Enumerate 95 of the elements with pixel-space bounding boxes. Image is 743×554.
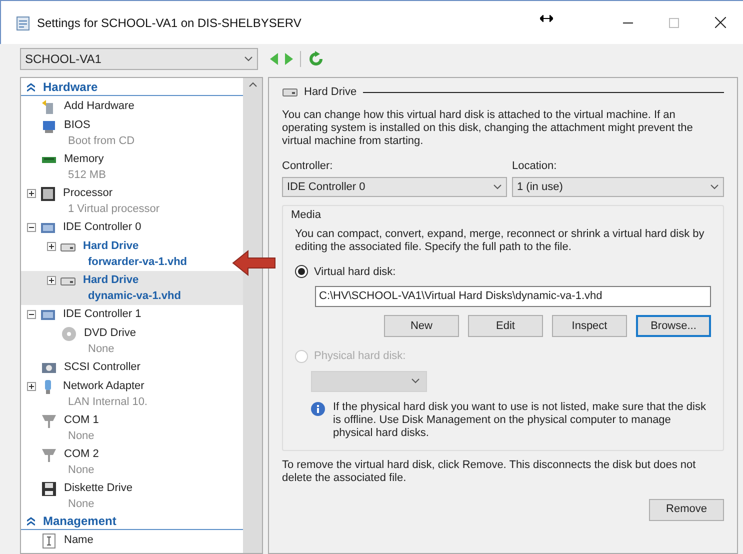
item-detail: 512 MB: [68, 168, 106, 184]
item-label: Hard Drive: [83, 239, 139, 254]
tree-item[interactable]: COM 1 None: [21, 411, 243, 445]
item-detail: None: [88, 342, 114, 358]
minus-icon: [29, 225, 34, 230]
collapse-chevrons-icon: [27, 82, 35, 92]
plus-icon: [29, 384, 34, 389]
action-button[interactable]: Edit: [468, 315, 543, 337]
path-field[interactable]: C:\HV\SCHOOL-VA1\Virtual Hard Disks\dynamic-va-1.vhd: [315, 286, 711, 307]
section-header[interactable]: Management: [21, 513, 243, 530]
tree-item[interactable]: Network Adapter LAN Internal 10.: [21, 377, 243, 411]
expand-button[interactable]: [27, 382, 36, 391]
plus-icon: [29, 191, 34, 196]
item-detail: forwarder-va-1.vhd: [88, 255, 188, 270]
action-button[interactable]: Inspect: [552, 315, 627, 337]
expand-button[interactable]: [27, 189, 36, 198]
tree-item[interactable]: COM 2 None: [21, 445, 243, 479]
serial-port-icon: [41, 446, 57, 462]
item-detail: None: [68, 429, 94, 444]
window-title: Settings for SCHOOL-VA1 on DIS-SHELBYSERV: [37, 14, 302, 32]
section-title: Hard Drive: [304, 85, 357, 100]
refresh-icon[interactable]: [308, 51, 324, 67]
tree-item[interactable]: IDE Controller 0: [21, 218, 243, 237]
info-text: If the physical hard disk you want to use is not listed, make sure that the disk is offline. Use Disk Management on the physical computer to manage physical hard disks.: [333, 400, 707, 440]
item-label: IDE Controller 1: [63, 307, 142, 322]
item-label: Memory: [64, 152, 104, 168]
tree-item[interactable]: Name: [21, 531, 243, 550]
expand-button[interactable]: [47, 242, 56, 251]
minus-icon: [29, 312, 34, 317]
plus-icon: [49, 244, 54, 249]
chevron-down-icon: [411, 378, 420, 384]
tree-item[interactable]: Add Hardware: [21, 97, 243, 116]
item-label: BIOS: [64, 118, 90, 134]
tree-item[interactable]: Processor 1 Virtual processor: [21, 184, 243, 218]
collapse-chevrons-icon: [27, 516, 35, 526]
radio-label: Virtual hard disk:: [314, 264, 396, 280]
item-detail: None: [68, 497, 94, 512]
group-legend: Media: [291, 205, 711, 224]
item-label: Diskette Drive: [64, 481, 132, 496]
maximize-icon: [669, 18, 679, 28]
intro-text: You can change how this virtual hard disk is attached to the virtual machine. If an operating system is installed on this disk, changing the attachment might prevent the virtual machine from starting.: [282, 108, 694, 148]
pointer-arrow: [232, 250, 276, 276]
radio-button[interactable]: [295, 265, 308, 278]
tree-item[interactable]: Hard Drive forwarder-va-1.vhd: [21, 237, 243, 271]
remove-button[interactable]: Remove: [649, 498, 724, 520]
info-icon: [311, 402, 325, 416]
item-label: SCSI Controller: [64, 360, 140, 376]
field-label: Controller:: [282, 158, 334, 174]
tree-item[interactable]: Memory 512 MB: [21, 150, 243, 184]
dropdown[interactable]: 1 (in use): [512, 177, 724, 197]
chevron-down-icon: [244, 56, 253, 62]
item-label: IDE Controller 0: [63, 220, 142, 236]
tree-item[interactable]: IDE Controller 1: [21, 305, 243, 324]
item-detail: Boot from CD: [68, 134, 135, 150]
item-label: COM 1: [64, 413, 99, 428]
chevron-down-icon: [493, 184, 502, 190]
item-detail: dynamic-va-1.vhd: [88, 289, 181, 304]
tree-item[interactable]: DVD Drive None: [21, 324, 243, 358]
section-header[interactable]: Hardware: [21, 79, 243, 96]
dropdown[interactable]: IDE Controller 0: [282, 177, 507, 197]
settings-icon: [15, 14, 31, 30]
tree-item[interactable]: Hard Drive dynamic-va-1.vhd: [21, 271, 243, 305]
remove-text: To remove the virtual hard disk, click Remove. This disconnects the disk but does not delete the associated file.: [282, 458, 697, 484]
collapse-button[interactable]: [27, 310, 36, 319]
item-label: Network Adapter: [63, 379, 144, 394]
item-label: DVD Drive: [84, 326, 136, 342]
disc-icon: [61, 326, 77, 342]
radio-label: Physical hard disk:: [314, 349, 406, 364]
serial-port-icon: [41, 412, 57, 428]
item-detail: 1 Virtual processor: [68, 202, 160, 218]
scrollbar[interactable]: [243, 78, 262, 553]
item-label: COM 2: [64, 447, 99, 462]
item-label: Hard Drive: [83, 273, 139, 288]
resize-cursor-icon: [540, 15, 553, 22]
media-text: You can compact, convert, expand, merge, reconnect or shrink a virtual hard disk by editing the associated file. Specify the full path to the file.: [295, 228, 706, 254]
plus-icon: [49, 278, 54, 283]
tree-item[interactable]: SCSI Controller: [21, 358, 243, 377]
processor-icon: [40, 186, 56, 202]
scroll-up-icon[interactable]: [248, 82, 256, 87]
chevron-down-icon: [710, 184, 719, 190]
collapse-button[interactable]: [27, 223, 36, 232]
item-detail: LAN Internal 10.: [68, 395, 148, 410]
action-button[interactable]: Browse...: [636, 315, 711, 337]
field-label: Location:: [512, 158, 558, 174]
item-label: Processor: [63, 186, 113, 202]
text-field-icon: [41, 532, 57, 548]
close-icon: [714, 17, 726, 28]
tree-item[interactable]: BIOS Boot from CD: [21, 116, 243, 150]
vm-dropdown[interactable]: SCHOOL-VA1: [20, 48, 258, 70]
item-label: Add Hardware: [64, 99, 134, 114]
item-detail: None: [68, 463, 94, 478]
tree-item[interactable]: Diskette Drive None: [21, 479, 243, 513]
item-label: Name: [64, 533, 94, 548]
expand-button[interactable]: [47, 276, 56, 285]
action-button[interactable]: New: [384, 315, 459, 337]
